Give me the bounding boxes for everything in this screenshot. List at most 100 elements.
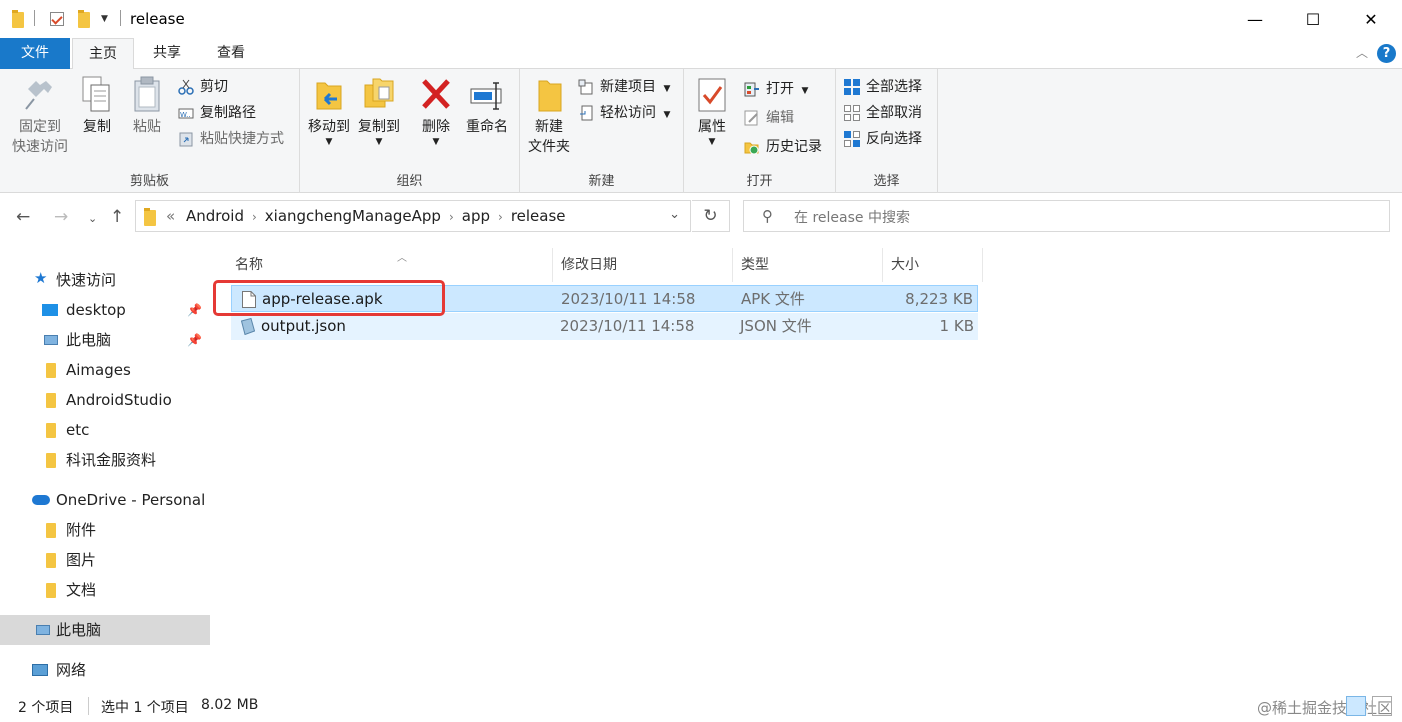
column-header-label: 大小 xyxy=(891,257,919,273)
sidebar-item-androidstudio[interactable]: AndroidStudio xyxy=(0,385,210,415)
sidebar-item-aimages[interactable]: Aimages xyxy=(0,355,210,385)
help-icon[interactable]: ? xyxy=(1377,44,1396,63)
sidebar-item-attachments[interactable]: 附件 xyxy=(0,515,210,545)
sidebar-item-documents[interactable]: 文档 xyxy=(0,575,210,605)
sidebar-item-desktop[interactable]: desktop 📌 xyxy=(0,295,210,325)
breadcrumb-release[interactable]: release xyxy=(511,207,566,225)
sidebar-label: 图片 xyxy=(66,551,97,569)
group-organize: 移动到 ▼ 复制到 ▼ 删除 ▼ 重命名 组织 xyxy=(300,69,520,193)
address-dropdown-icon[interactable]: ⌄ xyxy=(669,207,680,222)
pin-quick-access-button[interactable]: 固定到 快速访问 xyxy=(8,75,72,157)
chevron-right-icon[interactable]: › xyxy=(449,210,454,224)
delete-button[interactable]: 删除 ▼ xyxy=(416,75,456,147)
svg-text:W..: W.. xyxy=(180,111,191,119)
paste-button[interactable]: 粘贴 xyxy=(124,75,170,137)
address-bar[interactable]: « Android › xiangchengManageApp › app › releas… xyxy=(135,200,691,232)
recent-locations-chevron-icon[interactable]: ⌄ xyxy=(88,212,97,225)
breadcrumb-android[interactable]: Android xyxy=(186,207,244,225)
easy-access-icon xyxy=(578,105,594,121)
item-count: 2 个项目 xyxy=(18,700,74,716)
properties-quick-icon[interactable] xyxy=(50,12,64,26)
edit-button[interactable]: 编辑 xyxy=(744,106,794,130)
table-row[interactable]: output.json 2023/10/11 14:58 JSON 文件 1 K… xyxy=(231,313,978,340)
chevron-right-icon[interactable]: › xyxy=(498,210,503,224)
paste-shortcut-button[interactable]: 粘贴快捷方式 xyxy=(178,127,284,151)
sidebar-item-this-pc[interactable]: 此电脑 xyxy=(0,615,210,645)
cut-button[interactable]: 剪切 xyxy=(178,75,228,99)
back-arrow-icon[interactable]: ← xyxy=(16,207,30,227)
breadcrumb-app[interactable]: app xyxy=(462,207,490,225)
open-button[interactable]: 打开 ▼ xyxy=(744,77,808,101)
copy-button[interactable]: 复制 xyxy=(76,75,118,137)
properties-label: 属性 xyxy=(698,119,726,135)
toolbar-separator xyxy=(120,10,121,26)
close-button[interactable]: ✕ xyxy=(1342,0,1400,38)
file-size: 1 KB xyxy=(939,317,974,335)
column-header-type[interactable]: 类型 xyxy=(733,248,883,282)
collapse-ribbon-icon[interactable]: ︿ xyxy=(1356,44,1368,61)
copy-to-button[interactable]: 复制到 ▼ xyxy=(356,75,402,147)
file-type: APK 文件 xyxy=(741,290,805,308)
rename-button[interactable]: 重命名 xyxy=(462,75,512,137)
up-arrow-icon[interactable]: ↑ xyxy=(110,207,124,227)
forward-arrow-icon[interactable]: → xyxy=(54,207,68,227)
copy-to-label: 复制到 xyxy=(358,119,400,135)
copy-to-icon xyxy=(361,75,397,115)
breadcrumb-xiangchengmanageapp[interactable]: xiangchengManageApp xyxy=(265,207,441,225)
folder-icon xyxy=(46,523,56,538)
customize-toolbar-dropdown-icon[interactable]: ▼ xyxy=(101,14,108,24)
move-to-button[interactable]: 移动到 ▼ xyxy=(306,75,352,147)
sidebar-item-etc[interactable]: etc xyxy=(0,415,210,445)
folder-icon xyxy=(12,10,24,28)
desktop-icon xyxy=(42,304,58,316)
invert-selection-button[interactable]: 反向选择 xyxy=(844,127,922,151)
new-item-button[interactable]: 新建项目 ▼ xyxy=(578,75,670,99)
chevron-right-icon[interactable]: › xyxy=(252,210,257,224)
group-clipboard: 固定到 快速访问 复制 粘贴 剪切 W.. 复制路径 粘贴快捷方式 剪贴板 xyxy=(0,69,300,193)
sidebar-item-this-pc-quick[interactable]: 此电脑 📌 xyxy=(0,325,210,355)
breadcrumb-overflow[interactable]: « xyxy=(166,207,175,225)
folder-icon xyxy=(46,553,56,568)
column-header-size[interactable]: 大小 xyxy=(883,248,983,282)
history-button[interactable]: 历史记录 xyxy=(744,135,822,159)
minimize-button[interactable]: — xyxy=(1226,0,1284,38)
group-open: 属性 ▼ 打开 ▼ 编辑 历史记录 打开 xyxy=(684,69,836,193)
maximize-button[interactable]: ☐ xyxy=(1284,0,1342,38)
ribbon: 固定到 快速访问 复制 粘贴 剪切 W.. 复制路径 粘贴快捷方式 剪贴板 移动… xyxy=(0,69,1402,193)
column-header-label: 类型 xyxy=(741,257,769,273)
pin-icon[interactable]: 📌 xyxy=(187,325,202,355)
column-header-name[interactable]: ︿ 名称 xyxy=(227,248,553,282)
details-view-icon[interactable] xyxy=(1346,696,1366,716)
sidebar-label: etc xyxy=(66,421,90,439)
tab-file[interactable]: 文件 xyxy=(0,38,70,69)
group-label-new: 新建 xyxy=(588,174,615,189)
sidebar-item-quick-access[interactable]: ★ 快速访问 xyxy=(0,265,210,295)
sidebar-item-pictures[interactable]: 图片 xyxy=(0,545,210,575)
column-header-date[interactable]: 修改日期 xyxy=(553,248,733,282)
select-all-button[interactable]: 全部选择 xyxy=(844,75,922,99)
folder-icon xyxy=(46,363,56,378)
sidebar-item-onedrive[interactable]: OneDrive - Personal xyxy=(0,485,210,515)
search-box[interactable]: ⚲ 在 release 中搜索 xyxy=(743,200,1390,232)
tab-home[interactable]: 主页 xyxy=(72,38,134,70)
search-input[interactable]: 在 release 中搜索 xyxy=(794,207,910,227)
file-date: 2023/10/11 14:58 xyxy=(561,290,696,308)
new-folder-quick-icon[interactable] xyxy=(78,10,90,28)
tab-view[interactable]: 查看 xyxy=(201,38,261,69)
sort-up-icon: ︿ xyxy=(397,253,407,264)
new-folder-label-line2: 文件夹 xyxy=(528,139,570,155)
easy-access-button[interactable]: 轻松访问 ▼ xyxy=(578,101,670,125)
copy-path-button[interactable]: W.. 复制路径 xyxy=(178,101,256,125)
pin-icon[interactable]: 📌 xyxy=(187,295,202,325)
sidebar-label: OneDrive - Personal xyxy=(56,491,206,509)
large-icons-view-icon[interactable] xyxy=(1372,696,1392,716)
copy-label: 复制 xyxy=(83,119,111,135)
sidebar-item-kexun[interactable]: 科讯金服资料 xyxy=(0,445,210,475)
refresh-icon[interactable]: ↻ xyxy=(692,200,730,232)
properties-button[interactable]: 属性 ▼ xyxy=(692,75,732,147)
tab-share[interactable]: 共享 xyxy=(137,38,197,69)
new-folder-button[interactable]: 新建 文件夹 xyxy=(526,75,572,157)
select-none-button[interactable]: 全部取消 xyxy=(844,101,922,125)
sidebar-item-network[interactable]: 网络 xyxy=(0,655,210,685)
highlight-annotation xyxy=(213,280,445,316)
